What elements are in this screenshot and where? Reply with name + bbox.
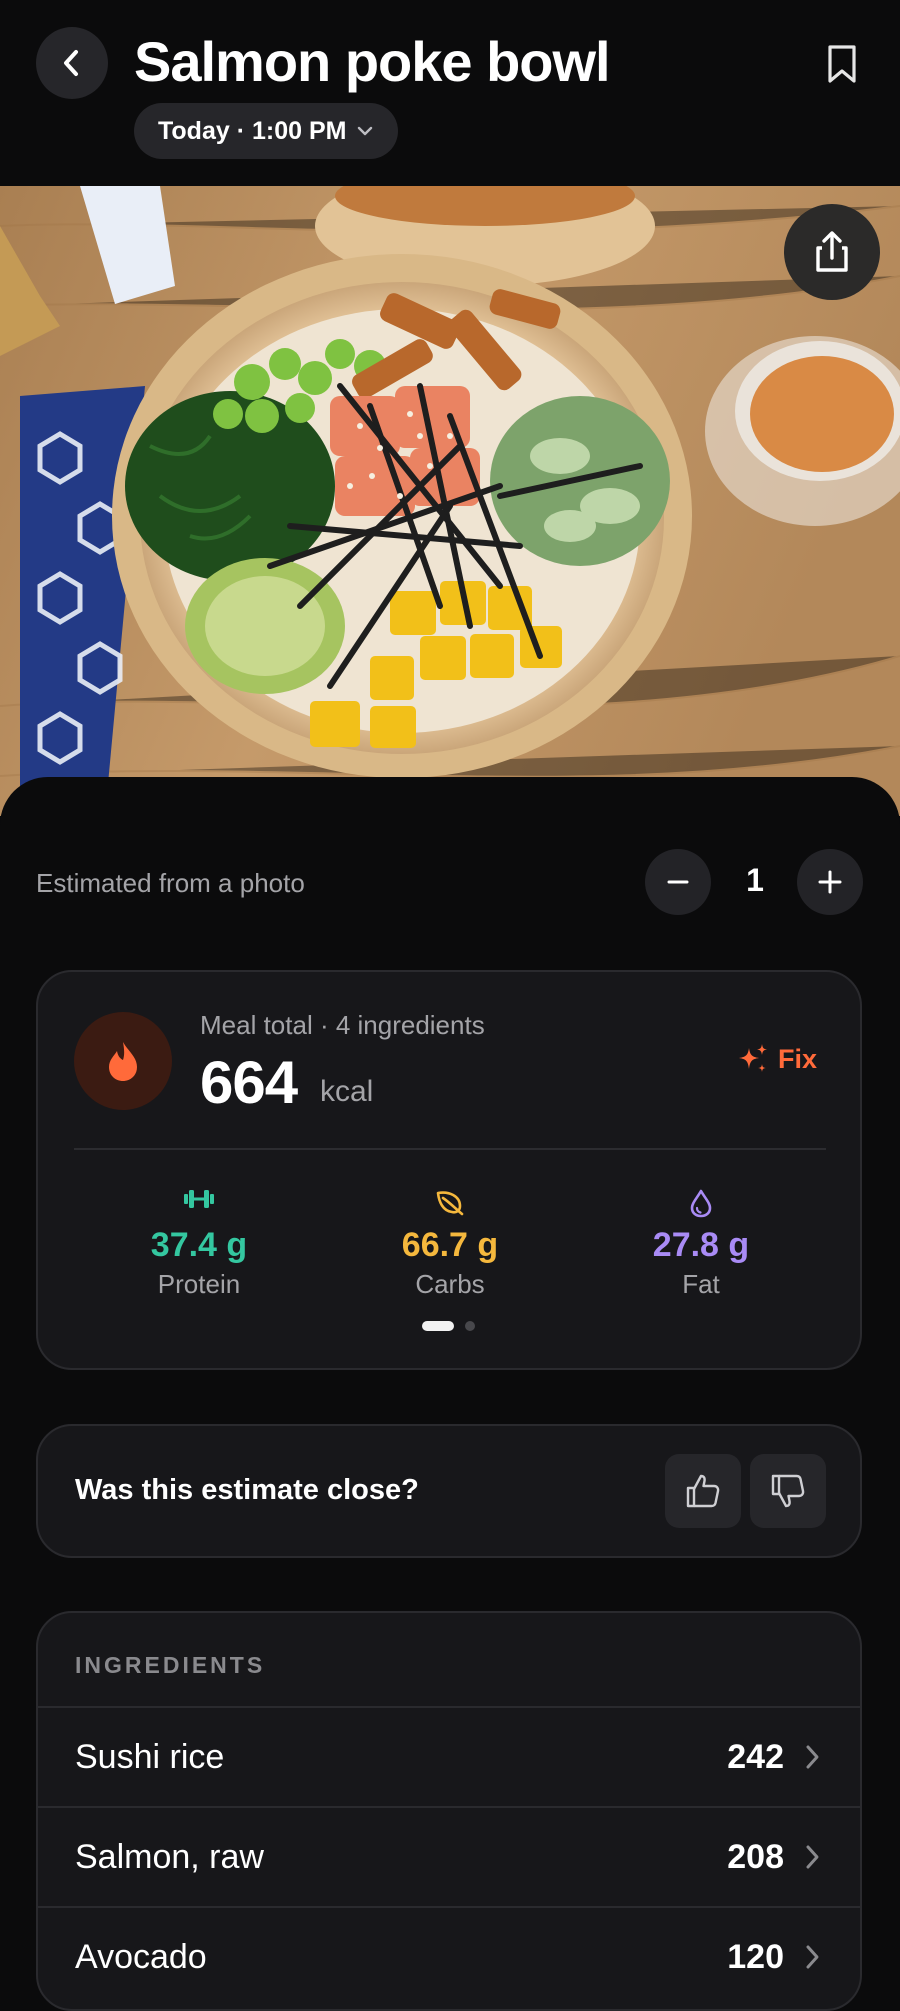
ingredient-row[interactable]: Sushi rice 242 xyxy=(38,1706,860,1808)
chevron-right-icon xyxy=(806,1945,819,1969)
ingredient-name: Salmon, raw xyxy=(75,1838,264,1876)
protein-label: Protein xyxy=(157,1269,241,1299)
feedback-question: Was this estimate close? xyxy=(75,1474,419,1506)
increase-servings-button[interactable] xyxy=(797,849,863,915)
date-time-label: Today · 1:00 PM xyxy=(158,116,347,145)
meal-photo xyxy=(0,186,900,816)
decrease-servings-button[interactable] xyxy=(645,849,711,915)
chevron-down-icon xyxy=(358,126,373,136)
servings-count: 1 xyxy=(746,862,764,898)
fix-button[interactable]: Fix xyxy=(736,1042,817,1076)
macro-fat: 27.8 g Fat xyxy=(601,1188,801,1300)
page-indicator[interactable] xyxy=(465,1321,475,1331)
page-title: Salmon poke bowl xyxy=(134,30,611,93)
fat-value: 27.8 g xyxy=(652,1226,750,1264)
bookmark-button[interactable] xyxy=(818,36,866,92)
ingredient-row[interactable]: Salmon, raw 208 xyxy=(38,1806,860,1908)
ingredient-name: Sushi rice xyxy=(75,1738,225,1776)
ingredient-kcal: 120 xyxy=(727,1938,784,1976)
chevron-right-icon xyxy=(806,1745,819,1769)
thumbs-down-icon xyxy=(771,1474,805,1508)
carbs-value: 66.7 g xyxy=(401,1226,499,1264)
macro-protein: 37.4 g Protein xyxy=(99,1188,299,1300)
protein-value: 37.4 g xyxy=(150,1226,248,1264)
meal-total-label: Meal total · 4 ingredients xyxy=(200,1010,485,1040)
ingredient-kcal: 208 xyxy=(727,1838,784,1876)
calories-badge xyxy=(74,1012,172,1110)
bookmark-icon xyxy=(828,45,856,83)
back-button[interactable] xyxy=(36,27,108,99)
thumbs-up-button[interactable] xyxy=(665,1454,741,1528)
plus-icon xyxy=(818,870,842,894)
macro-carbs: 66.7 g Carbs xyxy=(350,1188,550,1300)
dumbbell-icon xyxy=(184,1190,214,1208)
sparkles-icon xyxy=(739,1044,767,1072)
minus-icon xyxy=(667,880,689,884)
leaf-icon xyxy=(436,1191,464,1216)
page-indicator-active[interactable] xyxy=(422,1321,454,1331)
thumbs-up-icon xyxy=(686,1474,720,1508)
top-bar: Salmon poke bowl Today · 1:00 PM xyxy=(0,0,900,186)
carbs-label: Carbs xyxy=(415,1269,485,1299)
calories-unit: kcal xyxy=(320,1075,374,1108)
ingredients-header: INGREDIENTS xyxy=(75,1652,266,1678)
chevron-right-icon xyxy=(806,1845,819,1869)
thumbs-down-button[interactable] xyxy=(750,1454,826,1528)
calories-value: 664 xyxy=(200,1049,298,1116)
flame-icon xyxy=(109,1042,137,1081)
fat-label: Fat xyxy=(682,1269,720,1299)
share-button[interactable] xyxy=(784,204,880,300)
date-time-selector[interactable]: Today · 1:00 PM xyxy=(134,103,399,159)
share-icon xyxy=(816,231,848,272)
chevron-left-icon xyxy=(64,50,78,76)
ingredient-name: Avocado xyxy=(75,1938,207,1976)
fix-label: Fix xyxy=(778,1043,818,1074)
ingredient-row[interactable]: Avocado 120 xyxy=(38,1906,860,2008)
ingredient-kcal: 242 xyxy=(727,1738,784,1776)
droplet-icon xyxy=(690,1189,712,1218)
estimate-source-label: Estimated from a photo xyxy=(36,868,305,898)
summary-divider xyxy=(74,1148,826,1150)
